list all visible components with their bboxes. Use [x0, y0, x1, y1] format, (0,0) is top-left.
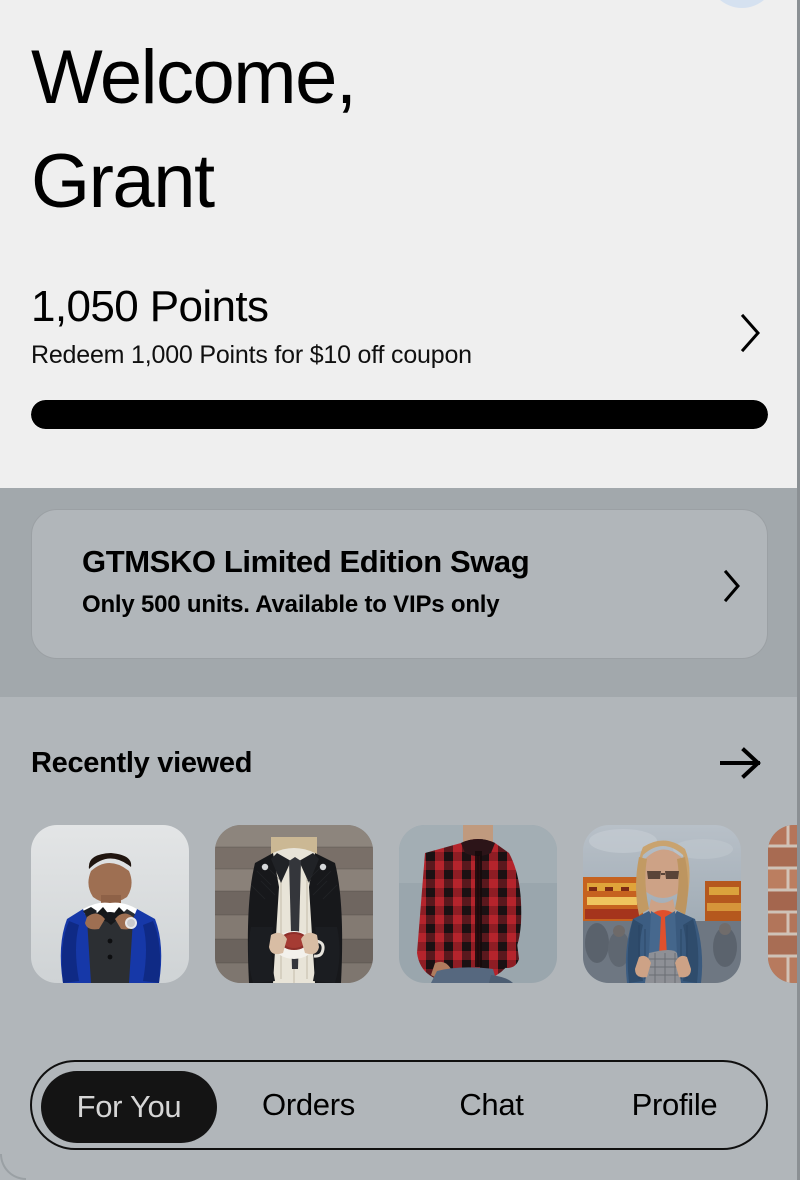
- promo-section: GTMSKO Limited Edition Swag Only 500 uni…: [0, 488, 797, 697]
- promo-title: GTMSKO Limited Edition Swag: [82, 544, 530, 579]
- app-screen: Welcome, Grant 1,050 Points Redeem 1,000…: [0, 0, 800, 1180]
- points-summary[interactable]: 1,050 Points Redeem 1,000 Points for $10…: [31, 280, 731, 370]
- tab-profile[interactable]: Profile: [583, 1086, 766, 1124]
- chevron-right-icon[interactable]: [721, 568, 743, 604]
- greeting-line-2: Grant: [31, 139, 215, 224]
- greeting-line-1: Welcome,: [31, 35, 357, 120]
- tab-for-you[interactable]: For You: [41, 1071, 217, 1143]
- hero-section: Welcome, Grant 1,050 Points Redeem 1,000…: [0, 0, 797, 488]
- status-indicator-blob: [708, 0, 776, 8]
- points-progress-fill: [31, 400, 768, 429]
- points-redeem-text: Redeem 1,000 Points for $10 off coupon: [31, 341, 472, 369]
- recently-viewed-header: Recently viewed: [31, 743, 768, 783]
- arrow-right-icon[interactable]: [719, 745, 763, 781]
- chevron-right-icon[interactable]: [738, 312, 764, 354]
- list-item[interactable]: [768, 825, 797, 983]
- promo-text-group: GTMSKO Limited Edition Swag Only 500 uni…: [82, 543, 662, 620]
- screen-corner: [0, 1154, 26, 1180]
- promo-card[interactable]: GTMSKO Limited Edition Swag Only 500 uni…: [31, 509, 768, 659]
- bottom-nav: For You Orders Chat Profile: [30, 1060, 768, 1150]
- list-item[interactable]: [399, 825, 557, 983]
- page-title: Welcome, Grant: [31, 26, 551, 234]
- points-value: 1,050 Points: [31, 282, 269, 331]
- recently-viewed-section: Recently viewed: [0, 697, 797, 1024]
- points-progress-bar: [31, 400, 768, 429]
- recently-viewed-list: [31, 825, 797, 983]
- promo-subtitle: Only 500 units. Available to VIPs only: [82, 591, 500, 618]
- tab-chat[interactable]: Chat: [400, 1086, 583, 1124]
- section-title: Recently viewed: [31, 747, 253, 779]
- list-item[interactable]: [215, 825, 373, 983]
- tab-orders[interactable]: Orders: [217, 1086, 400, 1124]
- bottom-nav-section: For You Orders Chat Profile: [0, 1024, 797, 1180]
- list-item[interactable]: [31, 825, 189, 983]
- list-item[interactable]: [583, 825, 741, 983]
